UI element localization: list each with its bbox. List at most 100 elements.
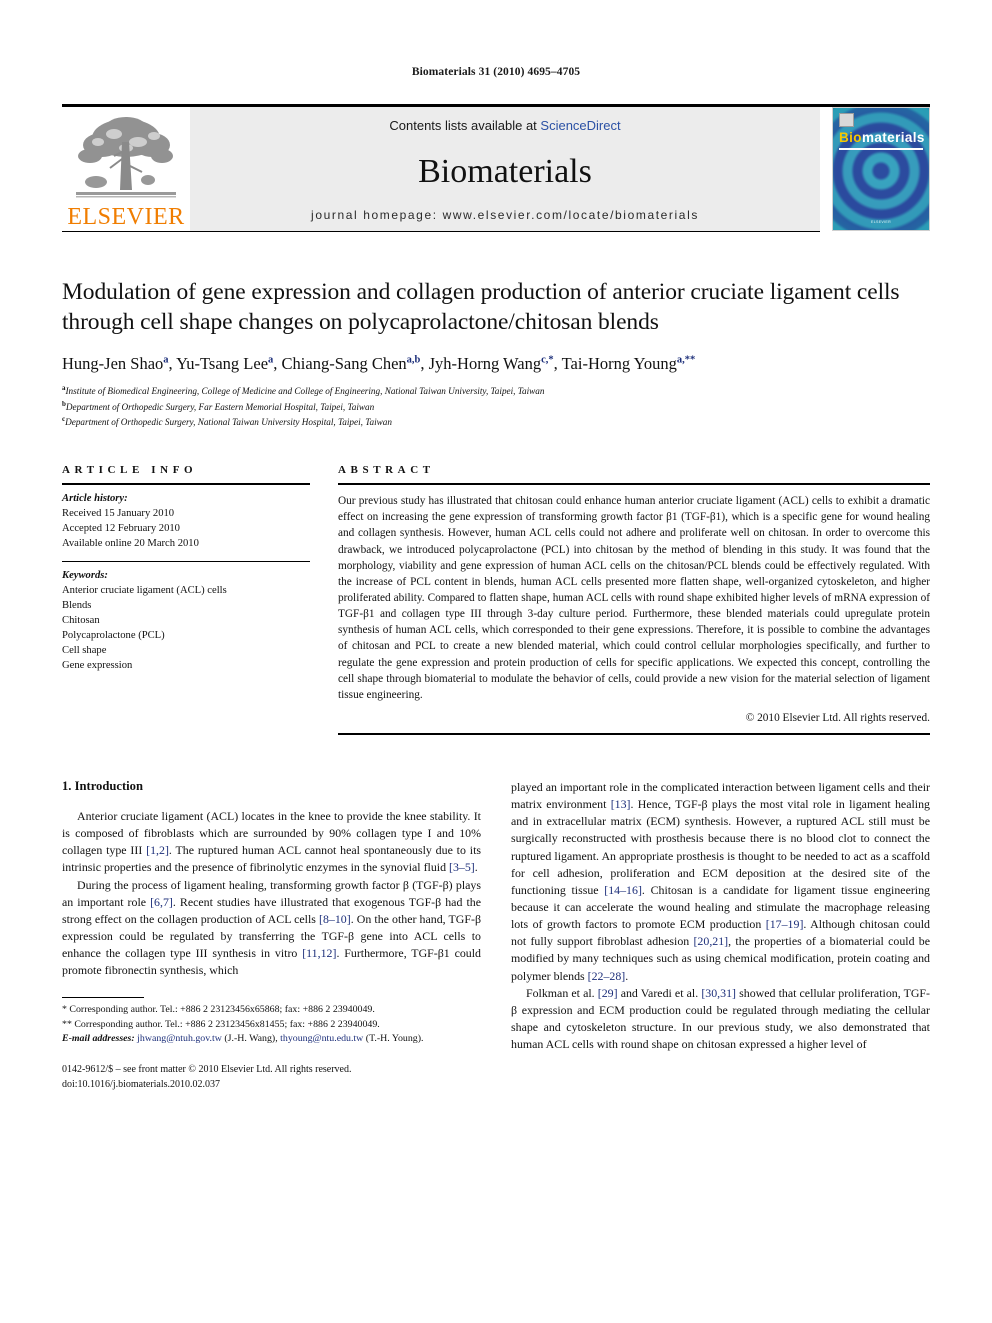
citation-ref[interactable]: [1,2] xyxy=(146,843,169,857)
article-history-item: Available online 20 March 2010 xyxy=(62,538,199,550)
article-info-heading: ARTICLE INFO xyxy=(62,464,198,477)
imprint-line-issn: 0142-9612/$ – see front matter © 2010 El… xyxy=(62,1064,352,1076)
contents-prefix: Contents lists available at xyxy=(389,118,541,133)
author-name: Yu-Tsang Lee xyxy=(176,353,269,373)
article-history-item: Received 15 January 2010 xyxy=(62,508,175,520)
abstract-bottom-rule xyxy=(338,732,930,735)
paragraph: Folkman et al. [29] and Varedi et al. [3… xyxy=(511,985,931,1052)
article-history-item: Accepted 12 February 2010 xyxy=(62,523,180,535)
cover-title-materials: materials xyxy=(861,130,925,145)
citation-ref[interactable]: [29] xyxy=(598,986,618,1000)
footnote-emails: E-mail addresses: jhwang@ntuh.gov.tw (J.… xyxy=(62,1032,481,1046)
email-link-1[interactable]: jhwang@ntuh.gov.tw xyxy=(137,1033,222,1044)
citation-ref[interactable]: [3–5] xyxy=(449,860,475,874)
elsevier-wordmark: ELSEVIER xyxy=(67,204,185,230)
affiliation-text: Department of Orthopedic Surgery, Far Ea… xyxy=(65,401,375,412)
email-owner-2: (T.-H. Young). xyxy=(365,1033,424,1045)
sciencedirect-link[interactable]: ScienceDirect xyxy=(540,118,620,133)
article-info-column: ARTICLE INFO Article history: Received 1… xyxy=(62,464,310,735)
email-owner-1: (J.-H. Wang), xyxy=(224,1033,278,1045)
footnote-corresponding-1: * Corresponding author. Tel.: +886 2 231… xyxy=(62,1004,375,1016)
author-affiliation-mark: a,b xyxy=(406,354,421,366)
footnote-area: * Corresponding author. Tel.: +886 2 231… xyxy=(62,997,481,1092)
author-item: Chiang-Sang Chena,b xyxy=(282,354,421,373)
cover-divider xyxy=(839,147,923,150)
author-name: Tai-Horng Young xyxy=(561,353,677,373)
cover-elsevier-mark-icon xyxy=(839,113,854,127)
title-block: Modulation of gene expression and collag… xyxy=(62,278,930,430)
keyword-item: Cell shape xyxy=(62,645,107,657)
paragraph: played an important role in the complica… xyxy=(511,779,931,983)
info-abstract-row: ARTICLE INFO Article history: Received 1… xyxy=(62,464,930,735)
citation-ref[interactable]: [8–10] xyxy=(319,912,351,926)
author-item: Jyh-Horng Wangc,* xyxy=(429,354,554,373)
section-heading-introduction: 1. Introduction xyxy=(62,778,143,793)
email-link-2[interactable]: thyoung@ntu.edu.tw xyxy=(280,1033,363,1044)
keyword-item: Polycaprolactone (PCL) xyxy=(62,630,165,642)
author-affiliation-mark: a xyxy=(268,354,274,366)
running-head: Biomaterials 31 (2010) 4695–4705 xyxy=(411,66,581,78)
keyword-item: Blends xyxy=(62,600,92,612)
citation-ref[interactable]: [13] xyxy=(611,797,631,811)
footnote-divider xyxy=(62,997,144,999)
keyword-item: Chitosan xyxy=(62,615,100,627)
author-name: Hung-Jen Shao xyxy=(62,353,164,373)
paragraph: During the process of ligament healing, … xyxy=(62,877,481,978)
citation-ref[interactable]: [30,31] xyxy=(701,986,736,1000)
imprint-line-doi: doi:10.1016/j.biomaterials.2010.02.037 xyxy=(62,1078,221,1090)
abstract-top-rule xyxy=(338,483,930,486)
author-list: Hung-Jen Shaoa, Yu-Tsang Leea, Chiang-Sa… xyxy=(62,353,696,373)
abstract-heading: ABSTRACT xyxy=(338,464,435,477)
author-affiliation-mark: a,** xyxy=(676,354,696,366)
masthead-bottom-rule xyxy=(62,231,820,232)
affiliation-text: Department of Orthopedic Surgery, Nation… xyxy=(65,417,392,428)
body-columns: 1. Introduction Anterior cruciate ligame… xyxy=(62,779,930,1092)
keywords-block: Keywords: Anterior cruciate ligament (AC… xyxy=(62,568,310,673)
footnote-corresponding-2: ** Corresponding author. Tel.: +886 2 23… xyxy=(62,1018,380,1030)
article-page: Biomaterials 31 (2010) 4695–4705 ELSEVIE… xyxy=(0,0,992,1323)
author-affiliation-mark: a xyxy=(163,354,169,366)
cover-title-bio: Bio xyxy=(839,130,862,145)
keywords-label: Keywords: xyxy=(62,570,108,582)
journal-masthead: ELSEVIER Contents lists available at Sci… xyxy=(62,104,930,231)
contents-available-line: Contents lists available at ScienceDirec… xyxy=(389,118,620,133)
citation-ref[interactable]: [22–28] xyxy=(588,969,626,983)
author-item: Hung-Jen Shaoa xyxy=(62,354,169,373)
author-name: Jyh-Horng Wang xyxy=(428,353,542,373)
article-info-mid-rule xyxy=(62,561,310,563)
citation-ref[interactable]: [20,21] xyxy=(693,934,728,948)
author-affiliation-mark: c,* xyxy=(541,354,554,366)
cover-footer: ELSEVIER xyxy=(871,220,891,224)
article-info-top-rule xyxy=(62,483,310,486)
cover-header: Biomaterials xyxy=(833,108,929,150)
elsevier-logo: ELSEVIER xyxy=(62,107,190,231)
journal-cover-thumbnail: Biomaterials ELSEVIER xyxy=(832,107,930,231)
body-column-right: played an important role in the complica… xyxy=(511,779,930,1092)
masthead-center: Contents lists available at ScienceDirec… xyxy=(190,107,820,231)
affiliation-list: aInstitute of Biomedical Engineering, Co… xyxy=(62,383,930,430)
author-item: Yu-Tsang Leea xyxy=(176,354,273,373)
email-label: E-mail addresses: xyxy=(62,1033,135,1045)
paragraph: Anterior cruciate ligament (ACL) locates… xyxy=(62,808,481,875)
journal-homepage-link[interactable]: journal homepage: www.elsevier.com/locat… xyxy=(311,208,699,222)
keyword-item: Gene expression xyxy=(62,660,133,672)
author-item: Tai-Horng Younga,** xyxy=(562,354,696,373)
author-name: Chiang-Sang Chen xyxy=(281,353,407,373)
journal-title: Biomaterials xyxy=(418,152,592,190)
keyword-item: Anterior cruciate ligament (ACL) cells xyxy=(62,585,227,597)
affiliation-item: aInstitute of Biomedical Engineering, Co… xyxy=(62,383,930,399)
article-history-label: Article history: xyxy=(62,493,128,505)
abstract-text: Our previous study has illustrated that … xyxy=(338,495,930,701)
affiliation-item: bDepartment of Orthopedic Surgery, Far E… xyxy=(62,399,930,415)
citation-ref[interactable]: [14–16] xyxy=(604,883,642,897)
page-title: Modulation of gene expression and collag… xyxy=(62,279,900,335)
abstract-copyright: © 2010 Elsevier Ltd. All rights reserved… xyxy=(745,711,930,724)
citation-ref[interactable]: [11,12] xyxy=(302,946,336,960)
article-history: Article history: Received 15 January 201… xyxy=(62,491,310,551)
abstract-column: ABSTRACT Our previous study has illustra… xyxy=(338,464,930,735)
body-column-left: 1. Introduction Anterior cruciate ligame… xyxy=(62,779,481,1092)
citation-ref[interactable]: [6,7] xyxy=(150,895,173,909)
citation-ref[interactable]: [17–19] xyxy=(766,917,804,931)
cover-title: Biomaterials xyxy=(839,130,925,145)
affiliation-item: cDepartment of Orthopedic Surgery, Natio… xyxy=(62,414,930,430)
